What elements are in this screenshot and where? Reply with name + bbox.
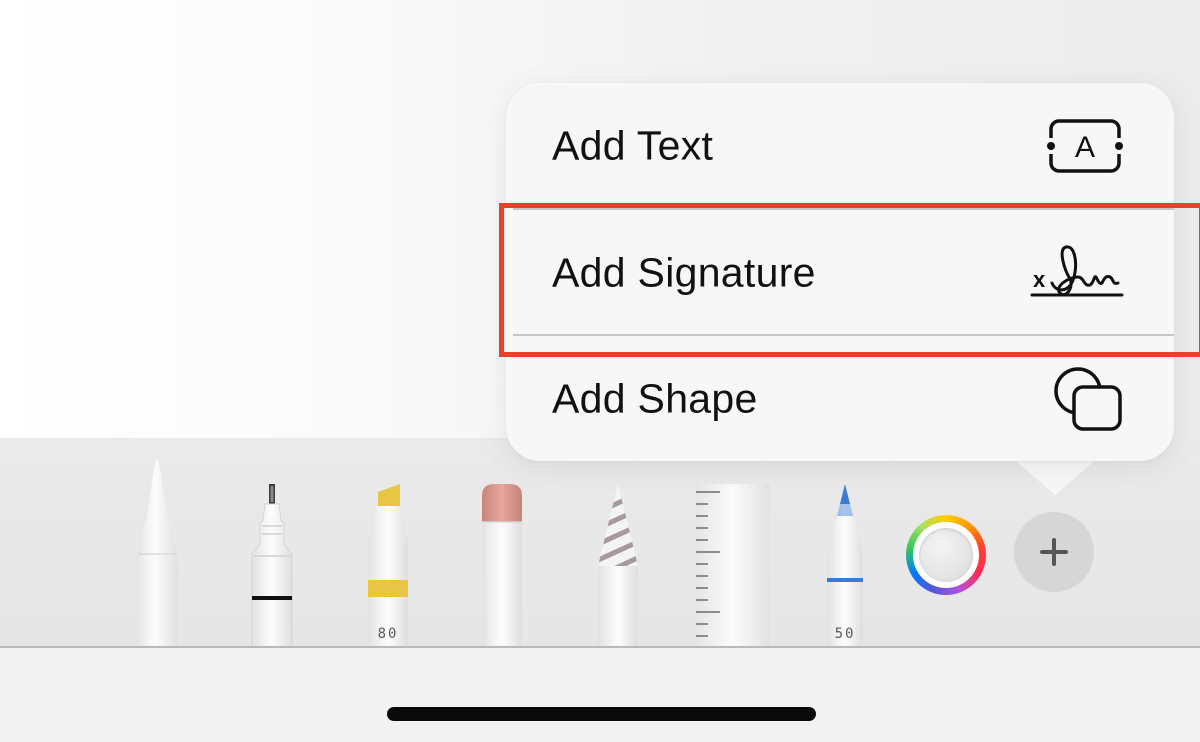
- signature-icon-x: x: [1033, 267, 1046, 292]
- menu-item-add-shape[interactable]: Add Shape: [506, 336, 1174, 462]
- menu-item-add-signature[interactable]: Add Signature x: [506, 210, 1174, 336]
- eraser-icon: [482, 484, 522, 648]
- pencil-tool[interactable]: 50: [823, 484, 867, 648]
- fineliner-icon: [251, 484, 293, 648]
- text-box-icon: A: [1046, 116, 1124, 176]
- highlighter-icon: [368, 484, 408, 648]
- add-menu-popover: Add Text A Add Signature x Add Shape: [506, 83, 1174, 461]
- eraser-tool[interactable]: [478, 484, 526, 648]
- pencil-size-label: 50: [834, 626, 856, 642]
- add-button[interactable]: [1014, 512, 1094, 592]
- fineliner-tool[interactable]: [248, 484, 296, 648]
- ruler-tool[interactable]: [696, 484, 770, 648]
- shapes-icon: [1052, 365, 1124, 433]
- menu-item-label: Add Shape: [552, 375, 758, 422]
- menu-item-label: Add Text: [552, 122, 714, 169]
- pencil-icon: [827, 484, 863, 648]
- lasso-icon: [598, 484, 638, 648]
- plus-icon: [1040, 538, 1068, 566]
- highlighter-tool[interactable]: 80: [364, 484, 412, 648]
- ruler-icon: [696, 484, 770, 648]
- text-box-icon-letter: A: [1075, 131, 1095, 164]
- signature-icon: x: [1030, 237, 1126, 309]
- home-indicator[interactable]: [387, 707, 816, 721]
- lasso-tool[interactable]: [594, 484, 642, 648]
- bottom-safe-area: [0, 648, 1200, 742]
- highlighter-size-label: 80: [377, 626, 399, 642]
- menu-item-label: Add Signature: [552, 249, 816, 296]
- pen-tool[interactable]: [133, 458, 181, 648]
- pen-icon: [136, 458, 178, 648]
- menu-item-add-text[interactable]: Add Text A: [506, 83, 1174, 209]
- color-wheel-icon[interactable]: [906, 515, 986, 595]
